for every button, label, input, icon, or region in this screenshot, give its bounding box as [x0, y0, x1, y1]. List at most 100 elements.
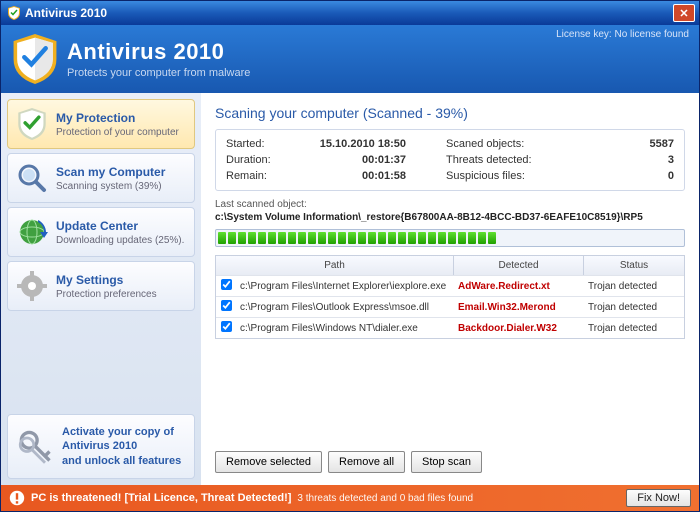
progress-segment — [468, 232, 476, 244]
row-detected: Backdoor.Dialer.W32 — [454, 320, 584, 337]
progress-segment — [378, 232, 386, 244]
table-header: Path Detected Status — [216, 256, 684, 275]
col-status[interactable]: Status — [584, 256, 684, 275]
progress-segment — [418, 232, 426, 244]
sidebar-item-desc: Protection of your computer — [56, 127, 179, 138]
row-status: Trojan detected — [584, 278, 684, 295]
gear-icon — [16, 270, 48, 302]
scan-title: Scaning your computer (Scanned - 39%) — [215, 105, 685, 121]
license-info: License key: No license found — [556, 29, 689, 40]
status-message: PC is threatened! [Trial Licence, Threat… — [31, 492, 291, 504]
stat-label: Scaned objects: — [446, 138, 556, 150]
statusbar: PC is threatened! [Trial Licence, Threat… — [1, 485, 699, 511]
action-bar: Remove selected Remove all Stop scan — [215, 441, 685, 473]
row-checkbox[interactable] — [221, 279, 232, 290]
stat-label: Duration: — [226, 154, 306, 166]
table-row[interactable]: c:\Program Files\Outlook Express\msoe.dl… — [216, 296, 684, 317]
app-subtitle: Protects your computer from malware — [67, 67, 250, 79]
progress-segment — [478, 232, 486, 244]
stat-value: 00:01:58 — [306, 170, 446, 182]
sidebar-item-update[interactable]: Update Center Downloading updates (25%). — [7, 207, 195, 257]
row-checkbox[interactable] — [221, 300, 232, 311]
row-checkbox[interactable] — [221, 321, 232, 332]
progress-segment — [348, 232, 356, 244]
row-checkbox-cell — [216, 297, 236, 317]
progress-segment — [488, 232, 496, 244]
row-path: c:\Program Files\Internet Explorer\iexpl… — [236, 278, 454, 295]
progress-segment — [448, 232, 456, 244]
sidebar-item-label: Update Center — [56, 219, 184, 233]
scan-stats: Started: 15.10.2010 18:50 Scaned objects… — [215, 129, 685, 191]
remove-all-button[interactable]: Remove all — [328, 451, 405, 473]
progress-segment — [218, 232, 226, 244]
globe-refresh-icon — [16, 216, 48, 248]
license-label: License key: — [556, 29, 612, 40]
window-title: Antivirus 2010 — [25, 6, 671, 20]
progress-segment — [288, 232, 296, 244]
sidebar-item-scan[interactable]: Scan my ComputerScanning system (39%) — [7, 153, 195, 203]
sidebar: My ProtectionProtection of your computer… — [1, 93, 201, 485]
col-path[interactable]: Path — [216, 256, 454, 275]
magnifier-icon — [16, 162, 48, 194]
last-scanned-label: Last scanned object: — [215, 199, 685, 210]
row-status: Trojan detected — [584, 320, 684, 337]
shield-check-icon — [16, 108, 48, 140]
header: License key: No license found Antivirus … — [1, 25, 699, 93]
progress-segment — [248, 232, 256, 244]
stop-scan-button[interactable]: Stop scan — [411, 451, 482, 473]
row-checkbox-cell — [216, 318, 236, 338]
table-row[interactable]: c:\Program Files\Windows NT\dialer.exeBa… — [216, 317, 684, 338]
progress-segment — [328, 232, 336, 244]
row-detected: Email.Win32.Merond — [454, 299, 584, 316]
main-panel: Scaning your computer (Scanned - 39%) St… — [201, 93, 699, 485]
remove-selected-button[interactable]: Remove selected — [215, 451, 322, 473]
progress-bar — [215, 229, 685, 247]
progress-segment — [238, 232, 246, 244]
license-value: No license found — [615, 29, 690, 40]
progress-segment — [278, 232, 286, 244]
shield-icon — [13, 34, 57, 84]
activate-line2: Antivirus 2010 — [62, 440, 137, 452]
stat-value: 3 — [556, 154, 674, 166]
last-scanned-path: c:\System Volume Information\_restore{B6… — [215, 212, 685, 223]
stat-value: 00:01:37 — [306, 154, 446, 166]
warning-icon — [9, 490, 25, 506]
progress-segment — [338, 232, 346, 244]
progress-segment — [298, 232, 306, 244]
stat-value: 5587 — [556, 138, 674, 150]
progress-segment — [438, 232, 446, 244]
row-status: Trojan detected — [584, 299, 684, 316]
titlebar[interactable]: Antivirus 2010 ✕ — [1, 1, 699, 25]
sidebar-item-protection[interactable]: My ProtectionProtection of your computer — [7, 99, 195, 149]
progress-segment — [408, 232, 416, 244]
progress-segment — [388, 232, 396, 244]
row-path: c:\Program Files\Windows NT\dialer.exe — [236, 320, 454, 337]
close-button[interactable]: ✕ — [673, 4, 695, 22]
activate-panel[interactable]: Activate your copy of Antivirus 2010 and… — [7, 414, 195, 479]
row-detected: AdWare.Redirect.xt — [454, 278, 584, 295]
col-detected[interactable]: Detected — [454, 256, 584, 275]
sidebar-item-settings[interactable]: My Settings Protection preferences — [7, 261, 195, 311]
body: My ProtectionProtection of your computer… — [1, 93, 699, 485]
table-row[interactable]: c:\Program Files\Internet Explorer\iexpl… — [216, 275, 684, 296]
progress-segment — [398, 232, 406, 244]
keys-icon — [18, 429, 54, 465]
progress-segment — [428, 232, 436, 244]
activate-line3: and unlock all features — [62, 455, 181, 467]
activate-text: Activate your copy of Antivirus 2010 and… — [62, 425, 181, 468]
fix-now-button[interactable]: Fix Now! — [626, 489, 691, 507]
threats-table: Path Detected Status c:\Program Files\In… — [215, 255, 685, 339]
progress-segment — [318, 232, 326, 244]
status-detail: 3 threats detected and 0 bad files found — [297, 493, 473, 504]
sidebar-item-label: Scan my Computer — [56, 165, 165, 179]
progress-segment — [308, 232, 316, 244]
stat-label: Threats detected: — [446, 154, 556, 166]
stat-label: Started: — [226, 138, 306, 150]
stat-label: Remain: — [226, 170, 306, 182]
sidebar-item-desc: Protection preferences — [56, 289, 157, 300]
stat-value: 0 — [556, 170, 674, 182]
sidebar-item-desc: Downloading updates (25%). — [56, 235, 184, 246]
progress-segment — [368, 232, 376, 244]
sidebar-item-label: My Settings — [56, 273, 157, 287]
app-icon — [7, 6, 21, 20]
